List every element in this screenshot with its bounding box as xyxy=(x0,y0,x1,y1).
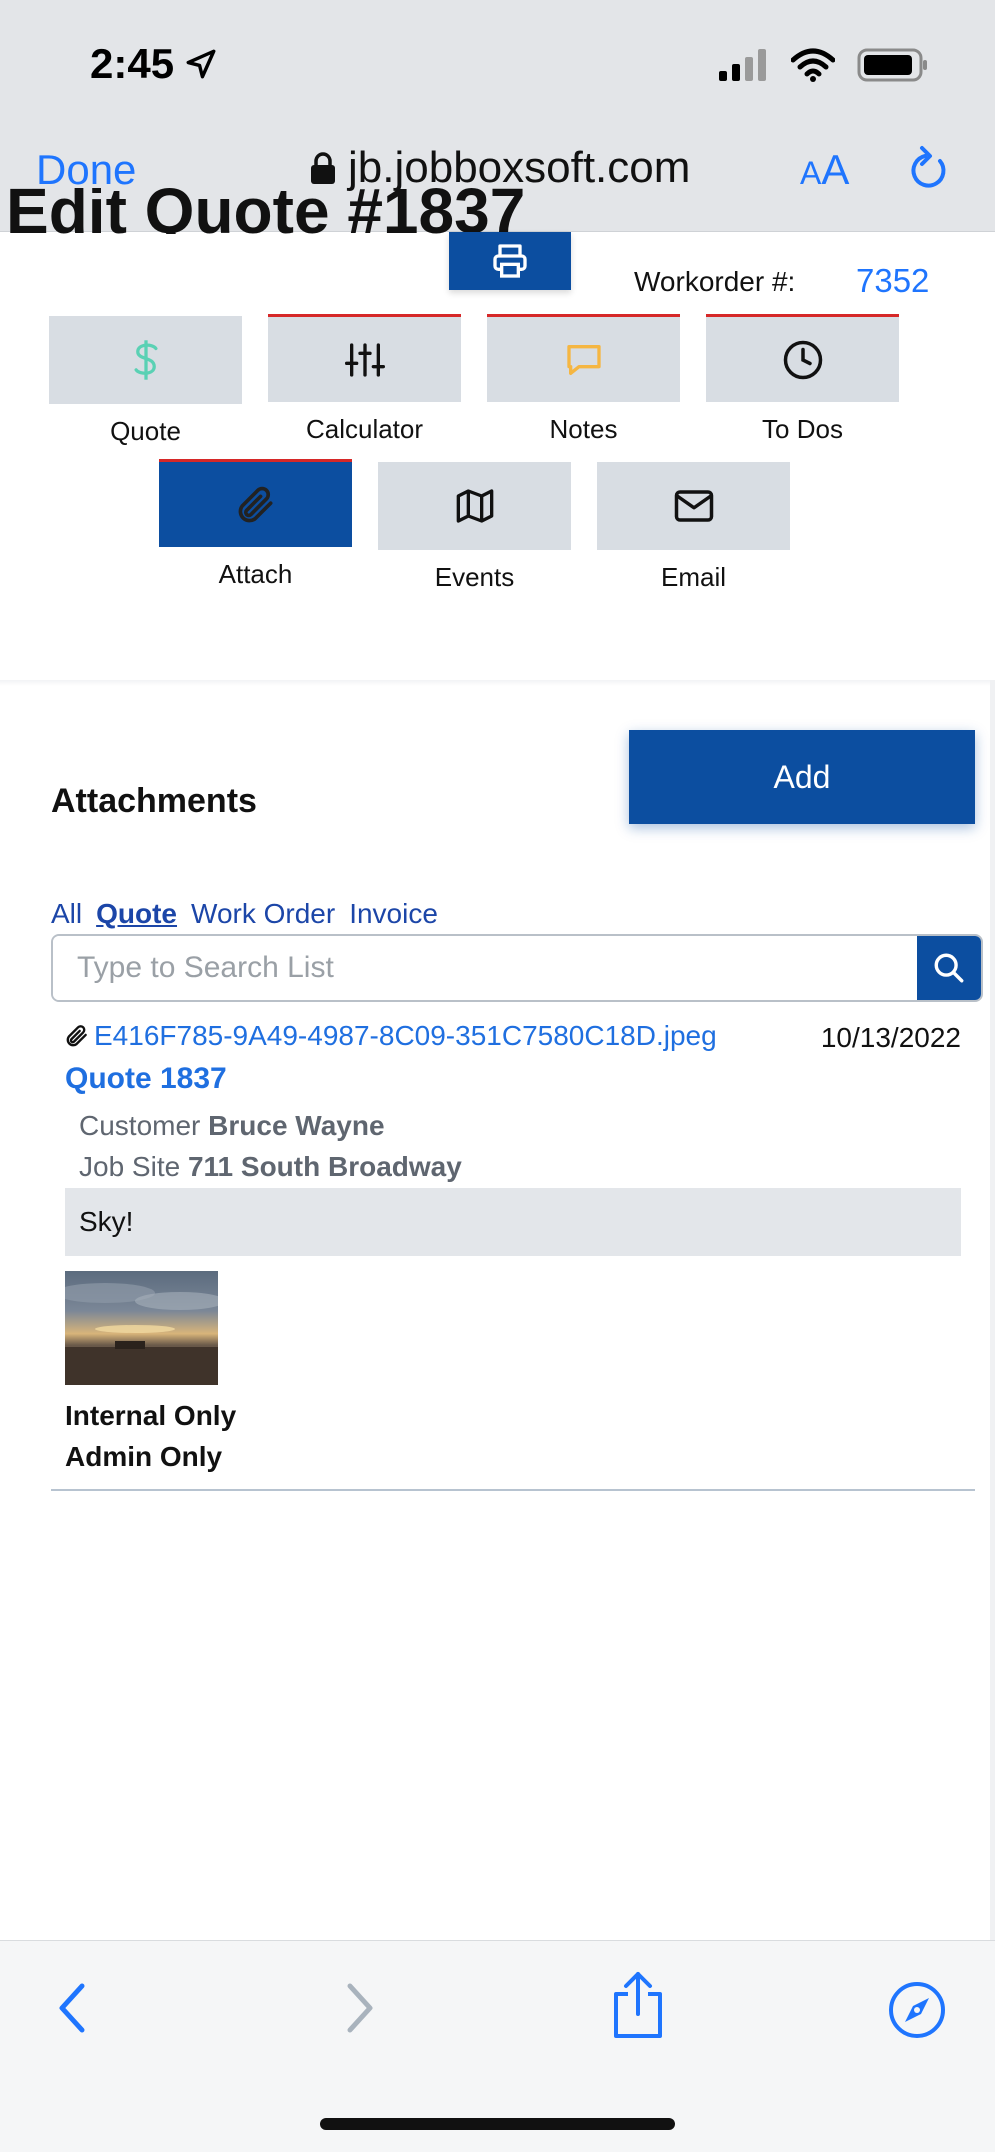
page-title: Edit Quote #1837 xyxy=(6,188,526,234)
tab-email[interactable]: Email xyxy=(597,462,790,593)
back-button[interactable] xyxy=(52,1978,92,2043)
tab-events[interactable]: Events xyxy=(378,462,571,593)
location-arrow-icon xyxy=(186,49,216,79)
compass-button[interactable] xyxy=(887,1980,947,2045)
file-name: E416F785-9A49-4987-8C09-351C7580C18D.jpe… xyxy=(94,1020,717,1051)
map-icon xyxy=(456,489,493,523)
chat-icon xyxy=(566,344,601,375)
filter-invoice[interactable]: Invoice xyxy=(349,898,438,930)
compass-icon xyxy=(889,1982,945,2038)
customer-row: Customer Bruce Wayne xyxy=(79,1110,385,1141)
done-button[interactable]: Done xyxy=(36,146,136,194)
mail-icon xyxy=(674,490,713,522)
job-site-row: Job Site 711 South Broadway xyxy=(79,1151,462,1182)
chevron-right-icon xyxy=(347,1983,373,2033)
attachment-date: 10/13/2022 xyxy=(820,1022,961,1053)
search-box xyxy=(51,934,983,1002)
tab-label: Attach xyxy=(218,559,293,589)
panel-edge xyxy=(990,680,995,1940)
status-time: 2:45 xyxy=(90,40,218,88)
address-bar[interactable]: jb.jobboxsoft.com xyxy=(310,143,690,193)
forward-button[interactable] xyxy=(340,1978,380,2043)
tab-attach[interactable]: Attach xyxy=(159,459,352,590)
admin-only-flag: Admin Only xyxy=(65,1441,223,1472)
share-button[interactable] xyxy=(608,1970,668,2045)
filter-work-order[interactable]: Work Order xyxy=(191,898,335,930)
search-button[interactable] xyxy=(917,936,981,1000)
job-site-address: 711 South Broadway xyxy=(187,1151,462,1182)
dollar-icon xyxy=(134,340,157,380)
attachment-file-link[interactable]: E416F785-9A49-4987-8C09-351C7580C18D.jpe… xyxy=(64,1020,717,1052)
cellular-signal-icon xyxy=(719,49,766,81)
tab-notes[interactable]: Notes xyxy=(487,314,680,445)
print-button[interactable] xyxy=(449,232,571,290)
search-icon xyxy=(934,953,964,983)
attachment-note: Sky! xyxy=(65,1188,961,1256)
tab-label: Email xyxy=(660,562,726,592)
status-icons xyxy=(719,48,929,82)
workorder-label: Workorder #: xyxy=(634,266,796,297)
share-icon xyxy=(614,1972,662,2038)
tab-label: To Dos xyxy=(762,414,843,444)
filter-all[interactable]: All xyxy=(51,898,82,930)
home-indicator xyxy=(320,2118,675,2130)
tab-todos[interactable]: To Dos xyxy=(706,314,899,445)
reload-button[interactable] xyxy=(904,144,950,197)
search-input[interactable] xyxy=(53,936,917,1000)
lock-icon xyxy=(311,152,335,184)
paperclip-icon xyxy=(238,486,272,522)
sliders-icon xyxy=(344,342,385,377)
attachment-thumbnail[interactable] xyxy=(65,1271,218,1385)
tab-label: Calculator xyxy=(305,414,424,444)
tab-label: Quote xyxy=(110,416,181,446)
tab-calculator[interactable]: Calculator xyxy=(268,314,461,445)
workorder-number-link[interactable]: 7352 xyxy=(856,262,929,300)
internal-only-flag: Internal Only xyxy=(65,1400,237,1431)
add-attachment-button[interactable]: Add xyxy=(629,730,975,824)
battery-icon xyxy=(857,48,927,82)
quote-reference-link[interactable]: Quote 1837 xyxy=(65,1062,227,1096)
tab-label: Notes xyxy=(549,414,618,444)
attachment-filters: All Quote Work Order Invoice xyxy=(51,898,438,930)
wifi-icon xyxy=(791,48,835,82)
url-text: jb.jobboxsoft.com xyxy=(348,143,691,192)
tab-quote[interactable]: Quote xyxy=(49,316,242,447)
tab-label: Events xyxy=(434,562,515,592)
customer-name: Bruce Wayne xyxy=(208,1110,385,1141)
attachments-heading: Attachments xyxy=(51,782,257,820)
sky-photo-image xyxy=(65,1271,218,1385)
chevron-left-icon xyxy=(59,1983,85,2033)
panel-divider xyxy=(0,680,995,686)
list-divider xyxy=(51,1489,975,1491)
clock-icon xyxy=(783,340,822,379)
filter-quote[interactable]: Quote xyxy=(96,898,177,930)
text-size-button[interactable]: AA xyxy=(800,146,849,194)
paperclip-icon xyxy=(66,1025,87,1047)
reload-icon xyxy=(911,146,946,188)
printer-icon xyxy=(493,244,527,278)
